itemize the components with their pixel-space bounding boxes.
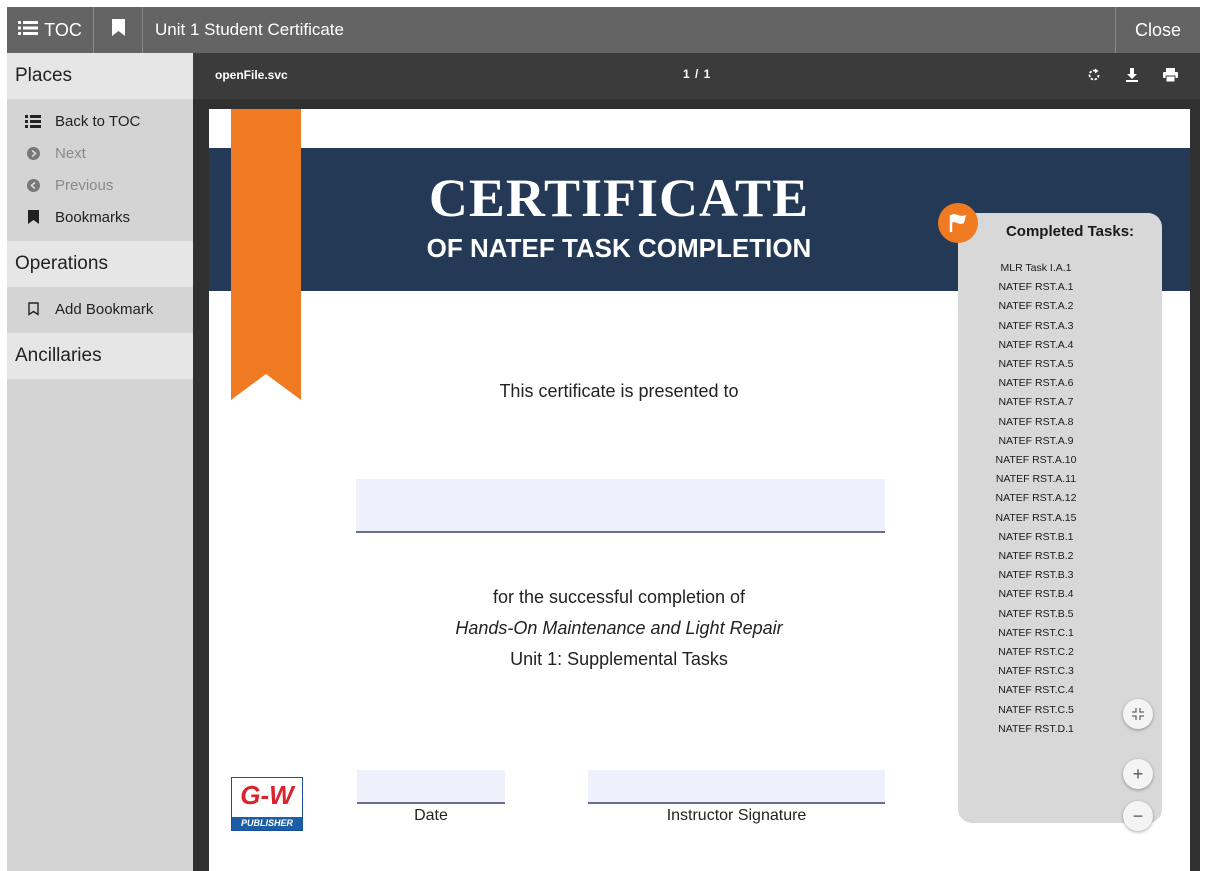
presented-to-text: This certificate is presented to [499,381,739,401]
operations-section: Add Bookmark [7,287,193,333]
task-item: NATEF RST.A.10 [995,454,1077,467]
zoom-out-button[interactable]: − [1123,801,1153,831]
task-item: NATEF RST.B.1 [998,530,1074,543]
instructor-signature-field[interactable] [588,770,885,804]
sidebar-item-label: Bookmarks [55,208,131,226]
bookmark-outline-icon [25,302,41,316]
task-item: MLR Task I.A.1 [1000,262,1072,274]
viewer-actions [1086,65,1178,85]
task-item: NATEF RST.C.3 [998,665,1074,678]
top-bar: TOC Unit 1 Student Certificate Close [7,7,1200,53]
list-icon [18,20,39,41]
date-field[interactable] [357,770,505,804]
sidebar: Places Back to TOC Next Previous Bookmar… [7,53,193,871]
bookmark-toggle-button[interactable] [94,7,143,53]
zoom-in-button[interactable]: + [1123,759,1153,789]
download-icon[interactable] [1124,65,1140,85]
task-item: NATEF RST.A.9 [998,434,1074,447]
sidebar-item-label: Add Bookmark [55,300,154,318]
task-item: NATEF RST.A.12 [995,492,1077,505]
places-heading: Places [7,53,193,99]
publisher-logo: G-W PUBLISHER [231,777,303,831]
completed-tasks-list: MLR Task I.A.1 NATEF RST.A.1 NATEF RST.A.2… [958,259,1162,739]
task-item: NATEF RST.A.8 [998,415,1074,428]
course-title: Hands-On Maintenance and Light Repair [455,618,783,638]
list-icon [25,114,41,128]
close-button[interactable]: Close [1115,7,1200,53]
rotate-icon[interactable] [1086,65,1102,85]
logo-subtext: PUBLISHER [232,817,302,830]
task-item: NATEF RST.C.1 [998,626,1074,639]
task-item: NATEF RST.C.4 [998,684,1074,697]
signature-label: Instructor Signature [666,807,807,824]
task-item: NATEF RST.A.1 [998,281,1074,294]
places-section: Back to TOC Next Previous Bookmarks [7,99,193,241]
sidebar-item-label: Back to TOC [55,112,141,130]
task-item: NATEF RST.A.4 [998,338,1074,351]
task-item: NATEF RST.A.3 [998,319,1074,332]
task-item: NATEF RST.B.2 [998,550,1074,563]
app-frame: TOC Unit 1 Student Certificate Close Pla… [7,7,1200,871]
collapse-icon [1132,704,1144,725]
task-item: NATEF RST.A.5 [998,358,1074,371]
recipient-name-field[interactable] [356,479,885,533]
flag-icon [938,203,978,243]
logo-mark: G-W [240,780,294,810]
date-label: Date [414,807,448,824]
next-circle-icon [25,146,41,160]
sidebar-item-label: Previous [55,176,114,194]
task-item: NATEF RST.C.2 [998,646,1074,659]
completed-tasks-heading: Completed Tasks: [1005,223,1135,240]
task-item: NATEF RST.A.2 [998,300,1074,313]
certificate-page: CERTIFICATE OF NATEF TASK COMPLETION Thi… [209,109,1190,871]
sidebar-item-bookmarks[interactable]: Bookmarks [7,201,193,233]
operations-heading: Operations [7,241,193,287]
task-item: NATEF RST.A.11 [995,473,1077,486]
print-icon[interactable] [1162,65,1178,85]
task-item: NATEF RST.D.1 [998,722,1074,735]
task-item: NATEF RST.B.5 [998,607,1074,620]
fit-page-button[interactable] [1123,699,1153,729]
certificate-title: CERTIFICATE [428,168,810,228]
sidebar-item-next[interactable]: Next [7,137,193,169]
ancillaries-heading[interactable]: Ancillaries [7,333,193,379]
task-item: NATEF RST.C.5 [998,703,1074,716]
bookmark-icon [111,19,125,41]
task-item: NATEF RST.A.7 [998,396,1074,409]
previous-circle-icon [25,178,41,192]
toc-button[interactable]: TOC [7,7,94,53]
completed-tasks-panel: Completed Tasks: MLR Task I.A.1 NATEF RST… [958,213,1162,823]
task-item: NATEF RST.B.3 [998,569,1074,582]
certificate-subtitle: OF NATEF TASK COMPLETION [426,233,812,263]
task-item: NATEF RST.B.4 [998,588,1074,601]
viewer-toolbar: openFile.svc 1 / 1 [193,53,1200,99]
document-viewer: openFile.svc 1 / 1 CERTIFICATE OF NATEF [193,53,1200,871]
bookmark-icon [25,210,41,224]
toc-label: TOC [44,19,82,40]
document-title: Unit 1 Student Certificate [155,20,344,39]
task-item: NATEF RST.A.15 [995,511,1077,524]
sidebar-item-add-bookmark[interactable]: Add Bookmark [7,293,193,325]
sidebar-item-label: Next [55,144,86,162]
sidebar-item-back-to-toc[interactable]: Back to TOC [7,105,193,137]
task-item: NATEF RST.A.6 [998,377,1074,390]
sidebar-item-previous[interactable]: Previous [7,169,193,201]
file-name: openFile.svc [215,68,288,82]
ribbon-decoration [231,109,301,400]
unit-title: Unit 1: Supplemental Tasks [510,649,728,669]
completion-text: for the successful completion of [492,587,746,607]
page-indicator: 1 / 1 [683,67,712,81]
